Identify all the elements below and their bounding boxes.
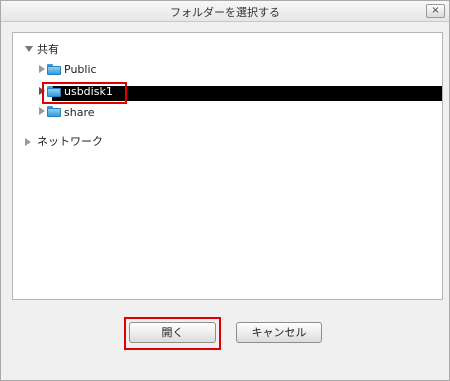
folder-icon xyxy=(47,106,61,117)
highlight-box xyxy=(42,82,127,104)
collapse-arrow-icon[interactable] xyxy=(39,107,45,115)
collapse-arrow-icon[interactable] xyxy=(25,138,31,146)
tree-root-label: ネットワーク xyxy=(37,135,103,148)
folder-icon xyxy=(47,64,61,75)
tree-item-label: share xyxy=(64,106,95,119)
folder-select-dialog: フォルダーを選択する × 共有 Public usbdisk1 share ネッ… xyxy=(0,0,450,381)
expand-arrow-icon[interactable] xyxy=(25,46,33,52)
close-button[interactable]: × xyxy=(426,4,445,18)
dialog-title: フォルダーを選択する xyxy=(170,6,280,19)
tree-item-label: Public xyxy=(64,63,97,76)
open-button[interactable]: 開く xyxy=(129,322,216,343)
title-bar: フォルダーを選択する × xyxy=(1,1,449,22)
tree-root-label: 共有 xyxy=(37,43,59,56)
collapse-arrow-icon[interactable] xyxy=(39,65,45,73)
folder-tree: 共有 Public usbdisk1 share ネットワーク xyxy=(12,32,443,300)
cancel-button[interactable]: キャンセル xyxy=(236,322,322,343)
